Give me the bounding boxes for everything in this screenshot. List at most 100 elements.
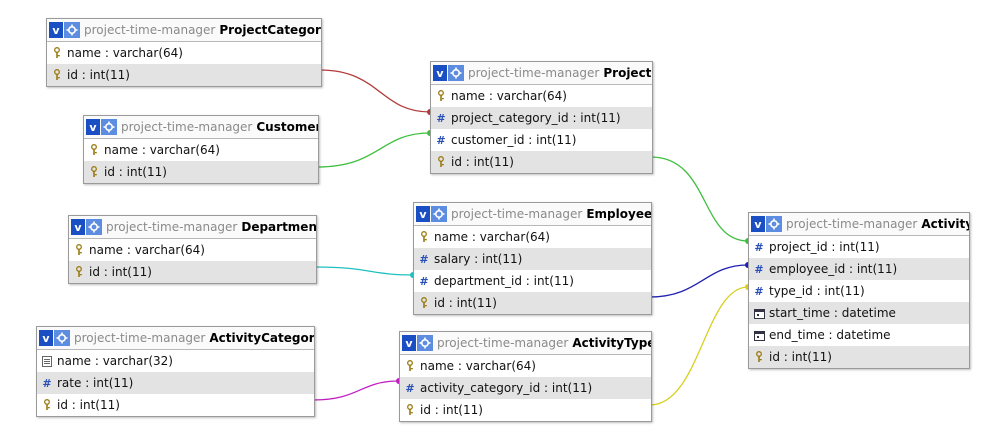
table-department[interactable]: v project-time-manager Department name : va… xyxy=(68,215,317,284)
column-row[interactable]: # activity_category_id : int(11) xyxy=(400,377,651,399)
database-name: project-time-manager xyxy=(121,120,253,134)
column-row[interactable]: name : varchar(64) xyxy=(47,42,321,64)
calendar-icon xyxy=(753,308,765,319)
column-row[interactable]: id : int(11) xyxy=(749,346,969,368)
key-icon xyxy=(418,231,430,243)
toggle-columns-icon[interactable]: v xyxy=(49,22,63,38)
toggle-columns-icon[interactable]: v xyxy=(71,219,85,235)
gear-icon[interactable] xyxy=(54,330,70,346)
table-header[interactable]: v project-time-manager Employee xyxy=(414,203,651,226)
key-icon xyxy=(404,404,416,416)
key-icon xyxy=(88,166,100,178)
column-label: name : varchar(64) xyxy=(434,230,550,244)
key-icon xyxy=(73,244,85,256)
table-activity[interactable]: v project-time-manager Activity # project_id… xyxy=(748,212,970,369)
column-label: name : varchar(32) xyxy=(57,354,173,368)
column-row[interactable]: id : int(11) xyxy=(37,394,314,416)
gear-icon[interactable] xyxy=(431,206,447,222)
gear-icon[interactable] xyxy=(448,65,464,81)
table-activitycategory[interactable]: v project-time-manager ActivityCategory nam… xyxy=(36,326,315,417)
table-header[interactable]: v project-time-manager Department xyxy=(69,216,316,239)
table-employee[interactable]: v project-time-manager Employee name : varc… xyxy=(413,202,652,315)
column-row[interactable]: start_time : datetime xyxy=(749,302,969,324)
link-project-activity xyxy=(650,156,749,242)
toggle-columns-icon[interactable]: v xyxy=(39,330,53,346)
column-row[interactable]: id : int(11) xyxy=(414,292,651,314)
column-row[interactable]: # project_category_id : int(11) xyxy=(431,107,652,129)
hash-icon: # xyxy=(754,284,764,298)
column-label: rate : int(11) xyxy=(57,376,134,390)
table-header[interactable]: v project-time-manager ProjectCategory xyxy=(47,19,321,42)
table-customer[interactable]: v project-time-manager Customer name : varc… xyxy=(83,115,319,184)
hash-icon: # xyxy=(419,252,429,266)
table-project[interactable]: v project-time-manager Project name : varch… xyxy=(430,61,653,174)
column-row[interactable]: name : varchar(64) xyxy=(69,239,316,261)
column-label: activity_category_id : int(11) xyxy=(420,381,593,395)
column-label: name : varchar(64) xyxy=(67,46,183,60)
database-name: project-time-manager xyxy=(468,66,600,80)
key-icon xyxy=(73,266,85,278)
text-icon xyxy=(41,355,53,367)
database-name: project-time-manager xyxy=(106,220,238,234)
column-row[interactable]: # rate : int(11) xyxy=(37,372,314,394)
table-header[interactable]: v project-time-manager ActivityCategory xyxy=(37,327,314,350)
column-label: id : int(11) xyxy=(769,350,832,364)
table-activitytype[interactable]: v project-time-manager ActivityType name : … xyxy=(399,331,652,422)
column-row[interactable]: # department_id : int(11) xyxy=(414,270,651,292)
key-icon xyxy=(418,297,430,309)
table-header[interactable]: v project-time-manager ActivityType xyxy=(400,332,651,355)
column-row[interactable]: id : int(11) xyxy=(400,399,651,421)
toggle-columns-icon[interactable]: v xyxy=(416,206,430,222)
toggle-columns-icon[interactable]: v xyxy=(433,65,447,81)
database-name: project-time-manager xyxy=(74,331,206,345)
column-row[interactable]: name : varchar(64) xyxy=(431,85,652,107)
column-row[interactable]: name : varchar(64) xyxy=(84,139,318,161)
key-icon xyxy=(435,156,447,168)
column-row[interactable]: id : int(11) xyxy=(84,161,318,183)
gear-icon[interactable] xyxy=(417,335,433,351)
column-label: name : varchar(64) xyxy=(451,89,567,103)
key-icon xyxy=(435,90,447,102)
table-header[interactable]: v project-time-manager Activity xyxy=(749,213,969,236)
column-row[interactable]: name : varchar(64) xyxy=(414,226,651,248)
table-header[interactable]: v project-time-manager Customer xyxy=(84,116,318,139)
table-header[interactable]: v project-time-manager Project xyxy=(431,62,652,85)
column-row[interactable]: name : varchar(32) xyxy=(37,350,314,372)
hash-icon: # xyxy=(436,111,446,125)
key-icon xyxy=(753,351,765,363)
link-department-employee xyxy=(314,266,414,276)
link-activitytype-activity xyxy=(649,286,749,406)
toggle-columns-icon[interactable]: v xyxy=(86,119,100,135)
table-name: ActivityCategory xyxy=(209,331,314,345)
column-row[interactable]: # customer_id : int(11) xyxy=(431,129,652,151)
column-label: type_id : int(11) xyxy=(769,284,865,298)
column-row[interactable]: id : int(11) xyxy=(47,64,321,86)
column-row[interactable]: # project_id : int(11) xyxy=(749,236,969,258)
key-icon xyxy=(404,360,416,372)
column-row[interactable]: # employee_id : int(11) xyxy=(749,258,969,280)
column-label: salary : int(11) xyxy=(434,252,523,266)
column-label: id : int(11) xyxy=(420,403,483,417)
table-name: Department xyxy=(241,220,316,234)
column-row[interactable]: id : int(11) xyxy=(431,151,652,173)
hash-icon: # xyxy=(405,381,415,395)
column-row[interactable]: # type_id : int(11) xyxy=(749,280,969,302)
column-row[interactable]: name : varchar(64) xyxy=(400,355,651,377)
table-name: Activity xyxy=(921,217,969,231)
column-row[interactable]: end_time : datetime xyxy=(749,324,969,346)
gear-icon[interactable] xyxy=(86,219,102,235)
gear-icon[interactable] xyxy=(101,119,117,135)
gear-icon[interactable] xyxy=(64,22,80,38)
toggle-columns-icon[interactable]: v xyxy=(402,335,416,351)
column-label: department_id : int(11) xyxy=(434,274,574,288)
gear-icon[interactable] xyxy=(766,216,782,232)
column-label: end_time : datetime xyxy=(769,328,891,342)
column-row[interactable]: id : int(11) xyxy=(69,261,316,283)
key-icon xyxy=(41,399,53,411)
column-row[interactable]: # salary : int(11) xyxy=(414,248,651,270)
table-projectcategory[interactable]: v project-time-manager ProjectCategory name… xyxy=(46,18,322,87)
column-label: id : int(11) xyxy=(67,68,130,82)
toggle-columns-icon[interactable]: v xyxy=(751,216,765,232)
column-label: customer_id : int(11) xyxy=(451,133,577,147)
table-name: ActivityType xyxy=(572,336,651,350)
